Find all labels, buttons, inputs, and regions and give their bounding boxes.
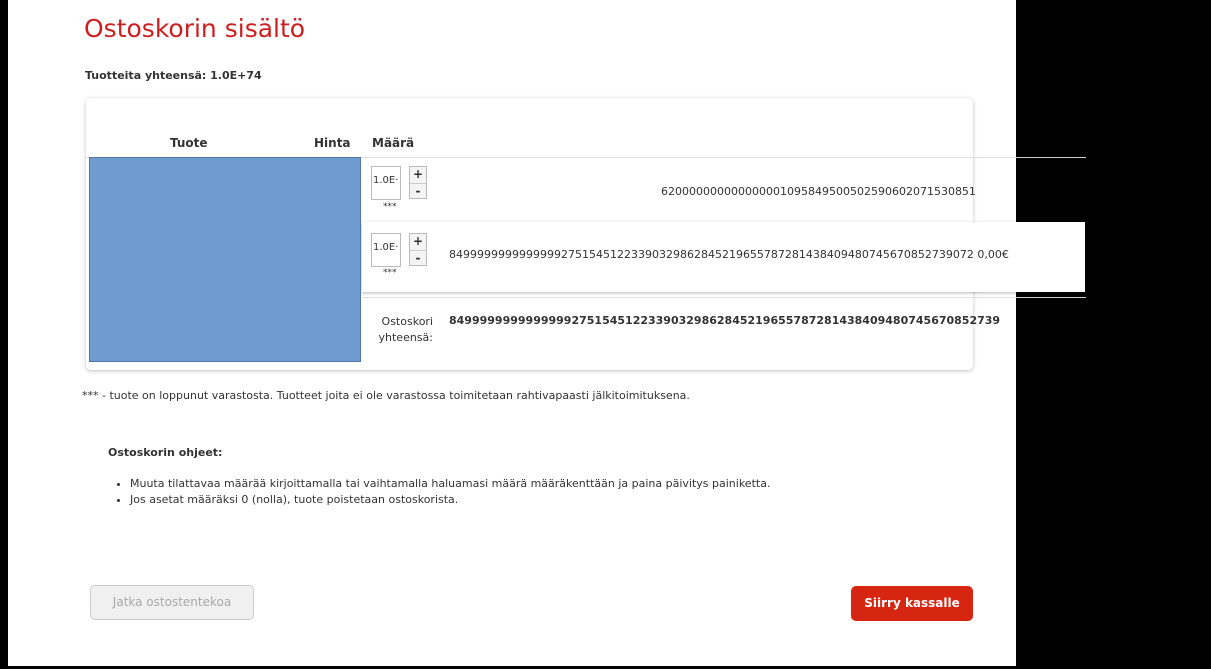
help-title: Ostoskorin ohjeet: (108, 446, 223, 459)
product-image (89, 157, 361, 362)
row-divider (362, 297, 1016, 298)
out-of-stock-marker: *** (383, 202, 397, 212)
help-item: Jos asetat määräksi 0 (nolla), tuote poi… (130, 493, 770, 506)
quantity-input[interactable]: 1.0E· (371, 233, 401, 267)
quantity-input[interactable]: 1.0E· (371, 166, 401, 200)
increment-button[interactable]: + (410, 234, 426, 250)
page-title: Ostoskorin sisältö (84, 14, 306, 43)
row-total-value: 6200000000000000010958495005025906020715… (661, 185, 976, 198)
row-divider-overflow (1016, 297, 1086, 298)
help-list: Muuta tilattavaa määrää kirjoittamalla t… (130, 477, 770, 509)
row-total-value: 8499999999999999275154512233903298628452… (449, 248, 1009, 261)
increment-button[interactable]: + (410, 167, 426, 183)
cart-total-label: Ostoskori yhteensä: (378, 315, 433, 344)
decrement-button[interactable]: - (410, 183, 426, 199)
stock-note: *** - tuote on loppunut varastosta. Tuot… (82, 389, 690, 402)
column-header-product: Tuote (170, 136, 208, 150)
row-divider-overflow (1016, 157, 1086, 158)
total-items-count: Tuotteita yhteensä: 1.0E+74 (85, 69, 262, 82)
quantity-stepper[interactable]: + - (409, 233, 427, 266)
checkout-button[interactable]: Siirry kassalle (851, 586, 973, 621)
left-frame (0, 0, 8, 669)
column-header-price: Hinta (314, 136, 351, 150)
right-frame (1016, 0, 1211, 669)
decrement-button[interactable]: - (410, 250, 426, 266)
out-of-stock-marker: *** (383, 268, 397, 278)
help-item: Muuta tilattavaa määrää kirjoittamalla t… (130, 477, 770, 490)
continue-shopping-button[interactable]: Jatka ostostentekoa (90, 585, 254, 620)
quantity-stepper[interactable]: + - (409, 166, 427, 199)
column-header-quantity: Määrä (372, 136, 415, 150)
cart-total-value: 8499999999999999275154512233903298628452… (449, 314, 1001, 327)
